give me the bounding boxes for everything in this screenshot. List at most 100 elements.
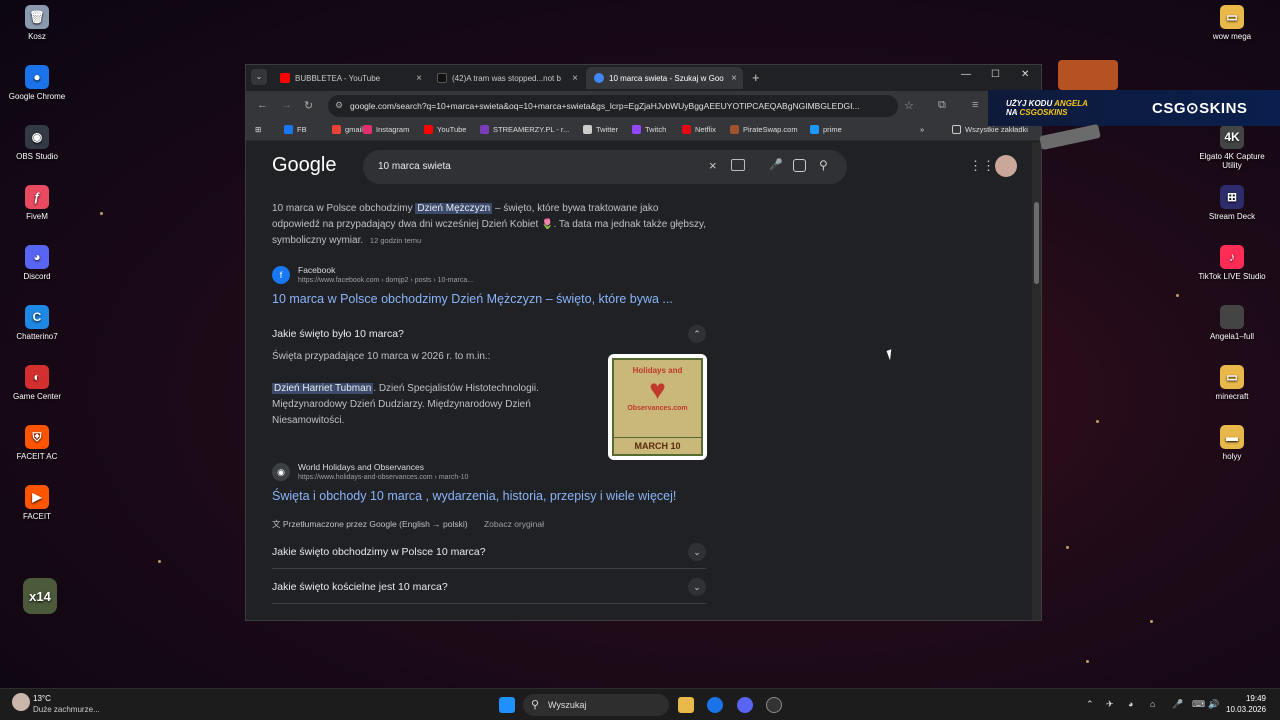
bookmark-instagram[interactable]: Instagram	[363, 125, 409, 134]
desktop-icon-x14[interactable]: x14	[0, 578, 80, 617]
result-url[interactable]: https://www.holidays-and-observances.com…	[298, 474, 468, 481]
forward-icon[interactable]: →	[281, 99, 292, 111]
back-icon[interactable]: ←	[257, 99, 268, 111]
site-info-icon[interactable]: ⚙	[335, 100, 343, 111]
microphone-icon[interactable]: 🎤	[769, 158, 783, 171]
desktop-icon-wow-mega[interactable]: ▭ wow mega	[1192, 5, 1272, 41]
clock-date[interactable]: 10.03.2026	[1226, 705, 1266, 714]
desktop-icon-fivem[interactable]: ƒ FiveM	[0, 185, 77, 221]
taskbar-search[interactable]: ⚲ Wyszukaj	[523, 694, 669, 716]
google-logo[interactable]: Google	[272, 154, 337, 177]
paa-question-open[interactable]: Jakie święto było 10 marca? ⌃	[272, 317, 706, 351]
keyboard-icon[interactable]	[731, 159, 745, 171]
desktop-icon-chatterino7[interactable]: C Chatterino7	[0, 305, 77, 341]
close-window-icon[interactable]: ✕	[1021, 69, 1029, 80]
weather-temp[interactable]: 13°C	[33, 694, 51, 703]
bookmarks-more-button[interactable]: »	[920, 125, 924, 134]
tray-app-icon[interactable]: ⌂	[1150, 699, 1155, 709]
camera-search-icon[interactable]	[793, 159, 806, 172]
see-original-link[interactable]: Zobacz oryginał	[484, 519, 544, 529]
translated-text[interactable]: Przetłumaczone przez Google (English → p…	[283, 519, 468, 529]
desktop-icon-elgato-4k-capture-utility[interactable]: 4K Elgato 4K Capture Utility	[1192, 125, 1272, 170]
chrome-icon[interactable]	[707, 697, 723, 713]
close-tab-icon[interactable]: ×	[731, 73, 737, 84]
windows-start-icon[interactable]	[499, 697, 515, 713]
bookmark-fb[interactable]: FB	[284, 125, 307, 134]
bookmark-prime[interactable]: prime	[810, 125, 842, 134]
bookmark-pirateswap-com[interactable]: PirateSwap.com	[730, 125, 798, 134]
result-url[interactable]: https://www.facebook.com › domjp2 › post…	[298, 277, 473, 284]
paa-question[interactable]: Jakie święto kościelne jest 10 marca? ⌄	[272, 570, 706, 604]
chevron-down-icon[interactable]: ⌄	[688, 578, 706, 596]
desktop-icon-obs-studio[interactable]: ◉ OBS Studio	[0, 125, 77, 161]
reload-icon[interactable]: ↻	[304, 99, 313, 112]
show-hidden-icons[interactable]: ⌃	[1086, 699, 1094, 710]
maximize-icon[interactable]: ☐	[991, 69, 1000, 80]
page-scrollbar[interactable]	[1032, 142, 1041, 620]
close-tab-icon[interactable]: ×	[572, 73, 578, 84]
desktop-icon-holyy[interactable]: ▬ holyy	[1192, 425, 1272, 461]
search-icon: ⚲	[531, 699, 540, 711]
avatar[interactable]	[995, 155, 1017, 177]
bookmark-youtube[interactable]: YouTube	[424, 125, 466, 134]
chevron-up-icon[interactable]: ⌃	[688, 325, 706, 343]
bookmark-twitter[interactable]: Twitter	[583, 125, 618, 134]
extensions-icon[interactable]: ⧉	[938, 99, 946, 112]
search-icon[interactable]: ⚲	[819, 158, 828, 172]
desktop-icon-faceit-ac[interactable]: ⛨ FACEIT AC	[0, 425, 77, 461]
browser-window: ⌄ BUBBLETEA - YouTube × (42)A tram was s…	[245, 64, 1042, 621]
desktop-icon-stream-deck[interactable]: ⊞ Stream Deck	[1192, 185, 1272, 221]
result-link-holidays[interactable]: Święta i obchody 10 marca , wydarzenia, …	[272, 489, 676, 503]
scrollbar-thumb[interactable]	[1034, 202, 1039, 284]
bookmark-netflix[interactable]: Netflix	[682, 125, 716, 134]
weather-desc[interactable]: Duże zachmurze...	[33, 705, 100, 714]
file-explorer-icon[interactable]	[678, 697, 694, 713]
app-icon: 4K	[1220, 125, 1244, 149]
obs-icon[interactable]	[766, 697, 782, 713]
discord-tray-icon[interactable]: ◕	[1128, 699, 1133, 709]
sticker-graphic	[1058, 60, 1118, 90]
paa-question[interactable]: Jakie święto obchodzimy w Polsce 10 marc…	[272, 535, 706, 569]
tab-tiktok[interactable]: (42)A tram was stopped...not b ×	[429, 67, 584, 89]
answer-highlight: Dzień Harriet Tubman	[272, 383, 374, 394]
desktop-icon-angela1-full[interactable]: Angela1–full	[1192, 305, 1272, 341]
weather-icon[interactable]	[12, 693, 30, 711]
search-input[interactable]: 10 marca swieta × 🎤 ⚲	[363, 150, 847, 184]
chevron-down-icon[interactable]: ⌄	[688, 543, 706, 561]
all-bookmarks-button[interactable]: Wszystkie zakładki	[952, 125, 1028, 134]
tab-search-button[interactable]: ⌄	[251, 69, 267, 85]
holidays-image[interactable]: Holidays and ♥ Observances.com MARCH 10	[608, 354, 707, 460]
bookmark-twitch[interactable]: Twitch	[632, 125, 666, 134]
tray-app-icon[interactable]: ✈	[1106, 699, 1114, 710]
bookmark-star-icon[interactable]: ☆	[904, 99, 914, 112]
network-icon[interactable]: ⌨	[1192, 699, 1205, 710]
bookmark-gmail[interactable]: gmail	[332, 125, 363, 134]
bookmark-label: FB	[297, 125, 307, 134]
desktop-icon-kosz[interactable]: 🗑 Kosz	[0, 5, 77, 41]
discord-icon[interactable]	[737, 697, 753, 713]
desktop-icon-faceit[interactable]: ▶ FACEIT	[0, 485, 77, 521]
desktop-icon-google-chrome[interactable]: ● Google Chrome	[0, 65, 77, 101]
clear-icon[interactable]: ×	[709, 158, 717, 173]
snippet-time: 12 godzin temu	[369, 236, 422, 245]
bookmark-streamerzy-pl-r-[interactable]: STREAMERZY.PL - r...	[480, 125, 569, 134]
google-apps-icon[interactable]: ⋮⋮	[969, 158, 995, 174]
desktop-icon-discord[interactable]: ◕ Discord	[0, 245, 77, 281]
tab-youtube[interactable]: BUBBLETEA - YouTube ×	[272, 67, 428, 89]
close-tab-icon[interactable]: ×	[416, 73, 422, 84]
translated-note: 文 Przetłumaczone przez Google (English →…	[272, 518, 544, 530]
desktop-icon-game-center[interactable]: ◐ Game Center	[0, 365, 77, 401]
microphone-tray-icon[interactable]: 🎤	[1172, 699, 1183, 710]
result-link-facebook[interactable]: 10 marca w Polsce obchodzimy Dzień Mężcz…	[272, 292, 673, 306]
desktop-icon-tiktok-live-studio[interactable]: ♪ TikTok LIVE Studio	[1192, 245, 1272, 281]
minimize-icon[interactable]: —	[961, 69, 971, 80]
clock-time[interactable]: 19:49	[1230, 694, 1266, 703]
app-icon: ▭	[1220, 365, 1244, 389]
volume-icon[interactable]: 🔊	[1208, 699, 1219, 710]
apps-icon[interactable]: ⊞	[255, 125, 261, 134]
menu-icon[interactable]: ≡	[972, 99, 978, 111]
new-tab-button[interactable]: +	[752, 70, 760, 85]
tab-google-search[interactable]: 10 marca swieta - Szukaj w Goo ×	[586, 67, 743, 89]
desktop-icon-minecraft[interactable]: ▭ minecraft	[1192, 365, 1272, 401]
address-bar[interactable]: ⚙ google.com/search?q=10+marca+swieta&oq…	[328, 95, 898, 117]
